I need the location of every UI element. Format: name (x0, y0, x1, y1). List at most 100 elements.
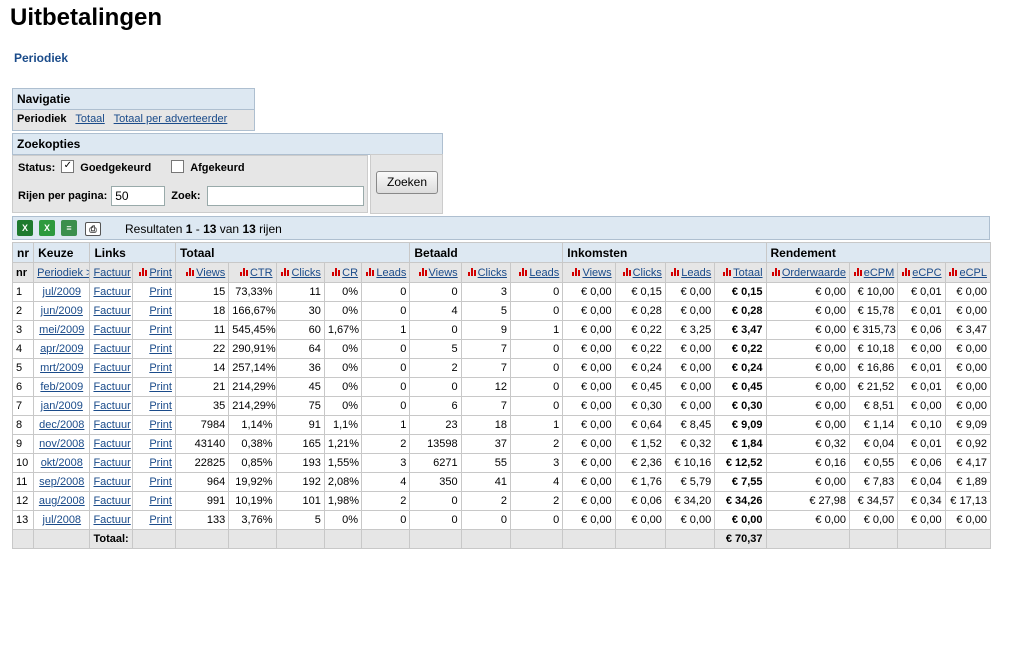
sort-link[interactable]: eCPL (959, 267, 987, 279)
sort-link[interactable]: CTR (250, 267, 273, 279)
print-link[interactable]: Print (149, 495, 172, 507)
sort-link[interactable]: Views (582, 267, 611, 279)
print-link[interactable]: Print (149, 362, 172, 374)
column-header[interactable]: Leads (509, 262, 564, 283)
column-header[interactable]: Factuur (89, 262, 133, 283)
approved-checkbox[interactable]: ✓ (61, 159, 75, 173)
invoice-link[interactable]: Factuur (93, 381, 130, 393)
period-link[interactable]: mei/2009 (39, 324, 84, 336)
table-cell: 0 (361, 339, 411, 359)
period-link[interactable]: jun/2009 (41, 305, 83, 317)
print-icon[interactable]: ⎙ (85, 222, 101, 236)
period-link[interactable]: nov/2008 (39, 438, 84, 450)
table-cell: € 0,00 (944, 377, 992, 397)
table-cell: apr/2009 (33, 339, 91, 359)
column-header[interactable]: Periodiek > (33, 262, 91, 283)
column-header[interactable]: Totaal (714, 262, 767, 283)
sort-link[interactable]: eCPC (912, 267, 941, 279)
sort-link[interactable]: CR (342, 267, 358, 279)
excel-export-icon[interactable]: X (17, 220, 33, 236)
invoice-link[interactable]: Factuur (93, 305, 130, 317)
column-header[interactable]: Clicks (460, 262, 511, 283)
sort-link[interactable]: Clicks (291, 267, 320, 279)
column-header[interactable]: Leads (361, 262, 411, 283)
column-header[interactable]: Views (409, 262, 462, 283)
sort-link[interactable]: Periodiek > (37, 267, 89, 279)
invoice-link[interactable]: Factuur (93, 362, 130, 374)
table-cell: 1,67% (323, 320, 363, 340)
table-cell: € 15,78 (849, 301, 899, 321)
sort-link[interactable]: eCPM (864, 267, 895, 279)
print-link[interactable]: Print (149, 438, 172, 450)
rows-per-page-input[interactable]: 50 (111, 186, 166, 206)
print-link[interactable]: Print (149, 324, 172, 336)
rejected-checkbox[interactable] (171, 159, 185, 173)
periodiek-link[interactable]: Periodiek (14, 51, 68, 65)
period-link[interactable]: okt/2008 (41, 457, 83, 469)
print-link[interactable]: Print (149, 305, 172, 317)
column-header[interactable]: Leads (664, 262, 716, 283)
sort-link[interactable]: Views (429, 267, 458, 279)
sort-link[interactable]: Print (149, 267, 172, 279)
column-header[interactable]: Clicks (614, 262, 666, 283)
print-link[interactable]: Print (149, 419, 172, 431)
column-header[interactable]: eCPL (944, 262, 992, 283)
invoice-link[interactable]: Factuur (93, 400, 130, 412)
nav-link-totaal-per-adverteerder[interactable]: Totaal per adverteerder (114, 113, 228, 125)
invoice-link[interactable]: Factuur (93, 476, 130, 488)
period-link[interactable]: jul/2008 (43, 514, 82, 526)
sort-link[interactable]: Leads (681, 267, 711, 279)
print-link[interactable]: Print (149, 476, 172, 488)
column-header[interactable]: Views (174, 262, 230, 283)
print-link[interactable]: Print (149, 381, 172, 393)
nav-link-totaal[interactable]: Totaal (75, 113, 104, 125)
table-cell: feb/2009 (33, 377, 91, 397)
search-button[interactable]: Zoeken (376, 171, 438, 194)
sort-link[interactable]: Clicks (478, 267, 507, 279)
invoice-link[interactable]: Factuur (93, 438, 130, 450)
column-header[interactable]: eCPM (849, 262, 899, 283)
print-link[interactable]: Print (149, 343, 172, 355)
print-link[interactable]: Print (149, 400, 172, 412)
period-link[interactable]: jan/2009 (41, 400, 83, 412)
period-link[interactable]: jul/2009 (43, 286, 82, 298)
invoice-link[interactable]: Factuur (93, 514, 130, 526)
invoice-link[interactable]: Factuur (93, 343, 130, 355)
column-header[interactable]: Clicks (275, 262, 325, 283)
invoice-link[interactable]: Factuur (93, 286, 130, 298)
excel-export-alt-icon[interactable]: X (39, 220, 55, 236)
print-link[interactable]: Print (149, 286, 172, 298)
column-header[interactable]: Print (131, 262, 176, 283)
period-link[interactable]: mrt/2009 (40, 362, 83, 374)
period-link[interactable]: apr/2009 (40, 343, 83, 355)
period-link[interactable]: aug/2008 (39, 495, 85, 507)
column-header[interactable]: eCPC (897, 262, 946, 283)
total-empty-cell (897, 529, 946, 549)
period-link[interactable]: sep/2008 (39, 476, 84, 488)
print-link[interactable]: Print (149, 514, 172, 526)
table-cell: 166,67% (228, 301, 277, 321)
sort-link[interactable]: Factuur (93, 267, 130, 279)
invoice-link[interactable]: Factuur (93, 457, 130, 469)
sort-link[interactable]: Totaal (733, 267, 762, 279)
column-header[interactable]: CTR (228, 262, 277, 283)
invoice-link[interactable]: Factuur (93, 324, 130, 336)
period-link[interactable]: feb/2009 (40, 381, 83, 393)
sort-link[interactable]: Clicks (633, 267, 662, 279)
print-link[interactable]: Print (149, 457, 172, 469)
column-header[interactable]: Views (562, 262, 616, 283)
sort-link[interactable]: Leads (529, 267, 559, 279)
table-cell: 13598 (409, 434, 462, 454)
column-header[interactable]: Orderwaarde (765, 262, 851, 283)
invoice-link[interactable]: Factuur (93, 419, 130, 431)
invoice-link[interactable]: Factuur (93, 495, 130, 507)
sort-link[interactable]: Views (196, 267, 225, 279)
sort-link[interactable]: Orderwaarde (782, 267, 846, 279)
period-link[interactable]: dec/2008 (39, 419, 84, 431)
search-input[interactable] (206, 186, 364, 206)
column-header[interactable]: CR (323, 262, 363, 283)
table-cell: € 0,00 (944, 301, 992, 321)
csv-export-icon[interactable]: ≡ (61, 220, 77, 236)
sort-link[interactable]: Leads (376, 267, 406, 279)
table-cell: 2 (509, 491, 564, 511)
